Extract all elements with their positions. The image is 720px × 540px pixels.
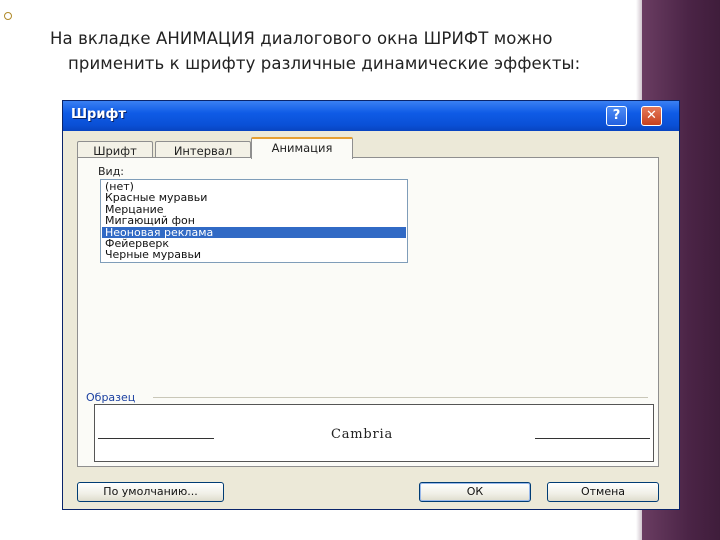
slide-caption-line-1: На вкладке АНИМАЦИЯ диалогового окна ШРИ… [50, 29, 553, 48]
animation-tab-page: Вид: (нет) Красные муравьи Мерцание Мига… [77, 157, 659, 467]
sample-right-rule [535, 438, 650, 439]
sample-preview: Cambria [94, 404, 654, 462]
tab-animation[interactable]: Анимация [251, 137, 353, 159]
sample-label: Образец [86, 391, 136, 404]
effects-listbox[interactable]: (нет) Красные муравьи Мерцание Мигающий … [100, 179, 408, 263]
sample-text: Cambria [331, 427, 394, 442]
help-icon[interactable]: ? [606, 106, 627, 126]
effect-item-blinking-background[interactable]: Мигающий фон [102, 215, 406, 227]
dialog-title: Шрифт [71, 107, 126, 122]
slide-caption: На вкладке АНИМАЦИЯ диалогового окна ШРИ… [50, 26, 640, 76]
view-label: Вид: [98, 165, 125, 178]
slide-caption-line-2: применить к шрифту различные динамически… [68, 54, 581, 73]
dialog-titlebar[interactable]: Шрифт ? ✕ [63, 101, 679, 131]
sample-group-divider [153, 397, 648, 398]
cancel-button[interactable]: Отмена [547, 482, 659, 502]
bullet-icon [4, 12, 12, 20]
font-dialog: Шрифт ? ✕ Шрифт Интервал Анимация Вид: (… [62, 100, 680, 510]
ok-button[interactable]: ОК [419, 482, 531, 502]
effect-item-black-ants[interactable]: Черные муравьи [102, 249, 406, 261]
close-icon[interactable]: ✕ [641, 106, 662, 126]
default-button[interactable]: По умолчанию... [77, 482, 224, 502]
sample-left-rule [98, 438, 214, 439]
